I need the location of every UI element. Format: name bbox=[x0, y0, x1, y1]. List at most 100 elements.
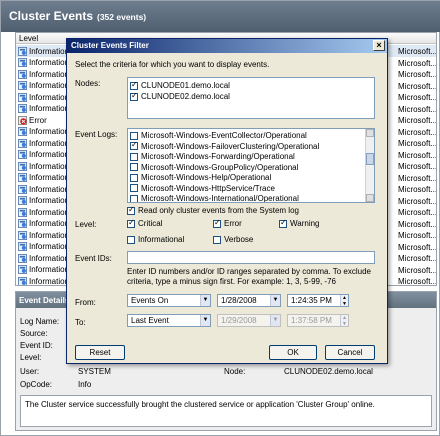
level-verbose[interactable]: Verbose bbox=[213, 235, 253, 244]
information-icon bbox=[18, 265, 27, 274]
node-name: CLUNODE02.demo.local bbox=[141, 92, 230, 101]
from-label: From: bbox=[75, 298, 96, 307]
event-ids-label: Event IDs: bbox=[75, 254, 112, 263]
level-text: Information bbox=[29, 46, 70, 56]
event-log-name: Microsoft-Windows-HttpService/Trace bbox=[141, 183, 275, 193]
level-text: Information bbox=[29, 184, 70, 194]
information-icon bbox=[18, 138, 27, 148]
event-log-checkbox[interactable] bbox=[130, 173, 138, 182]
source-text: Microsoft... bbox=[398, 81, 437, 91]
close-icon[interactable]: × bbox=[373, 40, 385, 51]
event-log-checkbox[interactable] bbox=[130, 194, 138, 202]
level-cell: Information bbox=[18, 92, 69, 102]
event-log-item[interactable]: Microsoft-Windows-FailoverClustering/Ope… bbox=[130, 140, 319, 152]
event-log-checkbox[interactable] bbox=[130, 163, 138, 171]
event-logs-label: Event Logs: bbox=[75, 130, 118, 139]
event-ids-input[interactable] bbox=[127, 251, 375, 264]
source-text: Microsoft... bbox=[398, 277, 437, 286]
event-logs-list[interactable]: Microsoft-Windows-EventCollector/Operati… bbox=[127, 128, 375, 203]
level-text: Information bbox=[29, 253, 70, 263]
from-mode-select[interactable]: Events On ▼ bbox=[127, 294, 211, 307]
level-cell: Information bbox=[18, 276, 70, 286]
chevron-down-icon[interactable]: ▼ bbox=[200, 295, 210, 306]
level-cell: Information bbox=[18, 104, 69, 114]
nodes-list[interactable]: CLUNODE01.demo.local CLUNODE02.demo.loca… bbox=[127, 77, 375, 119]
warning-checkbox[interactable] bbox=[279, 218, 287, 228]
verbose-checkbox[interactable] bbox=[213, 235, 221, 244]
reset-button[interactable]: Reset bbox=[75, 345, 125, 360]
scroll-up-icon[interactable] bbox=[366, 129, 374, 137]
information-icon bbox=[18, 104, 27, 113]
event-log-checkbox[interactable] bbox=[130, 140, 138, 150]
ok-button[interactable]: OK bbox=[269, 345, 317, 360]
source-text: Microsoft... bbox=[398, 127, 437, 137]
chevron-down-icon[interactable]: ▼ bbox=[200, 315, 210, 326]
column-level[interactable]: Level bbox=[19, 34, 38, 43]
level-label: Level: bbox=[20, 353, 42, 362]
event-count: (352 events) bbox=[97, 12, 147, 22]
level-text: Information bbox=[29, 207, 70, 217]
from-date-picker[interactable]: 1/28/2008 ▼ bbox=[217, 294, 281, 307]
level-text: Information bbox=[29, 242, 70, 251]
source-text: Microsoft... bbox=[398, 47, 437, 56]
information-icon bbox=[18, 184, 27, 194]
read-only-option[interactable]: Read only cluster events from the System… bbox=[127, 205, 299, 215]
level-cell: Information bbox=[18, 253, 69, 263]
critical-checkbox[interactable] bbox=[127, 218, 135, 228]
level-text: Information bbox=[29, 196, 70, 205]
chevron-down-icon[interactable]: ▼ bbox=[270, 295, 280, 306]
level-error[interactable]: Error bbox=[213, 218, 242, 228]
to-mode-select[interactable]: Last Event ▼ bbox=[127, 314, 211, 327]
from-time-spinner[interactable]: 1:24:35 PM ▲ ▼ bbox=[287, 294, 349, 307]
event-log-item[interactable]: Microsoft-Windows-Forwarding/Operational bbox=[130, 151, 295, 162]
scroll-down-icon[interactable] bbox=[366, 194, 374, 202]
node-checkbox[interactable] bbox=[130, 80, 138, 90]
event-logs-scrollbar[interactable] bbox=[365, 129, 374, 202]
read-only-checkbox[interactable] bbox=[127, 205, 135, 215]
cancel-button[interactable]: Cancel bbox=[325, 345, 375, 360]
event-log-checkbox[interactable] bbox=[130, 184, 138, 192]
informational-checkbox[interactable] bbox=[127, 235, 135, 244]
event-log-item[interactable]: Microsoft-Windows-HttpService/Trace bbox=[130, 183, 275, 194]
scroll-thumb[interactable] bbox=[366, 153, 374, 165]
level-filter-label: Level: bbox=[75, 220, 97, 229]
user-label: User: bbox=[20, 367, 40, 376]
level-cell: Information bbox=[18, 184, 69, 194]
level-cell: Information bbox=[18, 46, 69, 56]
to-date-value: 1/29/2008 bbox=[221, 316, 257, 325]
from-date-value: 1/28/2008 bbox=[221, 296, 257, 305]
level-informational[interactable]: Informational bbox=[127, 235, 184, 244]
event-log-item[interactable]: Microsoft-Windows-EventCollector/Operati… bbox=[130, 130, 307, 141]
event-log-item[interactable]: Microsoft-Windows-International/Operatio… bbox=[130, 193, 299, 202]
error-checkbox[interactable] bbox=[213, 218, 221, 228]
node-item[interactable]: CLUNODE01.demo.local bbox=[130, 80, 230, 91]
source-text: Microsoft... bbox=[398, 162, 437, 171]
event-log-checkbox[interactable] bbox=[130, 152, 138, 161]
spinner-icon[interactable]: ▲ ▼ bbox=[340, 295, 348, 307]
node-item[interactable]: CLUNODE02.demo.local bbox=[130, 91, 230, 102]
node-checkbox[interactable] bbox=[130, 91, 138, 101]
information-icon bbox=[18, 161, 27, 171]
level-critical[interactable]: Critical bbox=[127, 218, 162, 228]
source-text: Microsoft... bbox=[398, 93, 437, 102]
source-text: Microsoft... bbox=[398, 116, 437, 125]
event-log-name: Microsoft-Windows-Help/Operational bbox=[141, 173, 272, 182]
level-cell: Information bbox=[18, 161, 69, 171]
to-time-spinner: 1:37:58 PM ▲ ▼ bbox=[287, 314, 349, 327]
source-text: Microsoft... bbox=[398, 173, 437, 183]
panel-title: Cluster Events bbox=[9, 9, 94, 23]
event-log-item[interactable]: Microsoft-Windows-GroupPolicy/Operationa… bbox=[130, 162, 298, 173]
level-text: Information bbox=[29, 276, 70, 286]
opcode-label: OpCode: bbox=[20, 380, 53, 389]
to-date-picker: 1/29/2008 ▼ bbox=[217, 314, 281, 327]
event-ids-help: Enter ID numbers and/or ID ranges separa… bbox=[127, 267, 371, 286]
level-text: Information bbox=[29, 92, 70, 102]
information-icon bbox=[18, 150, 27, 159]
level-warning[interactable]: Warning bbox=[279, 218, 320, 228]
level-text: Information bbox=[29, 58, 70, 67]
information-icon bbox=[18, 81, 27, 90]
level-cell: Information bbox=[18, 242, 69, 252]
event-log-checkbox[interactable] bbox=[130, 131, 138, 140]
event-log-item[interactable]: Microsoft-Windows-Help/Operational bbox=[130, 172, 271, 183]
source-text: Microsoft... bbox=[398, 254, 437, 263]
